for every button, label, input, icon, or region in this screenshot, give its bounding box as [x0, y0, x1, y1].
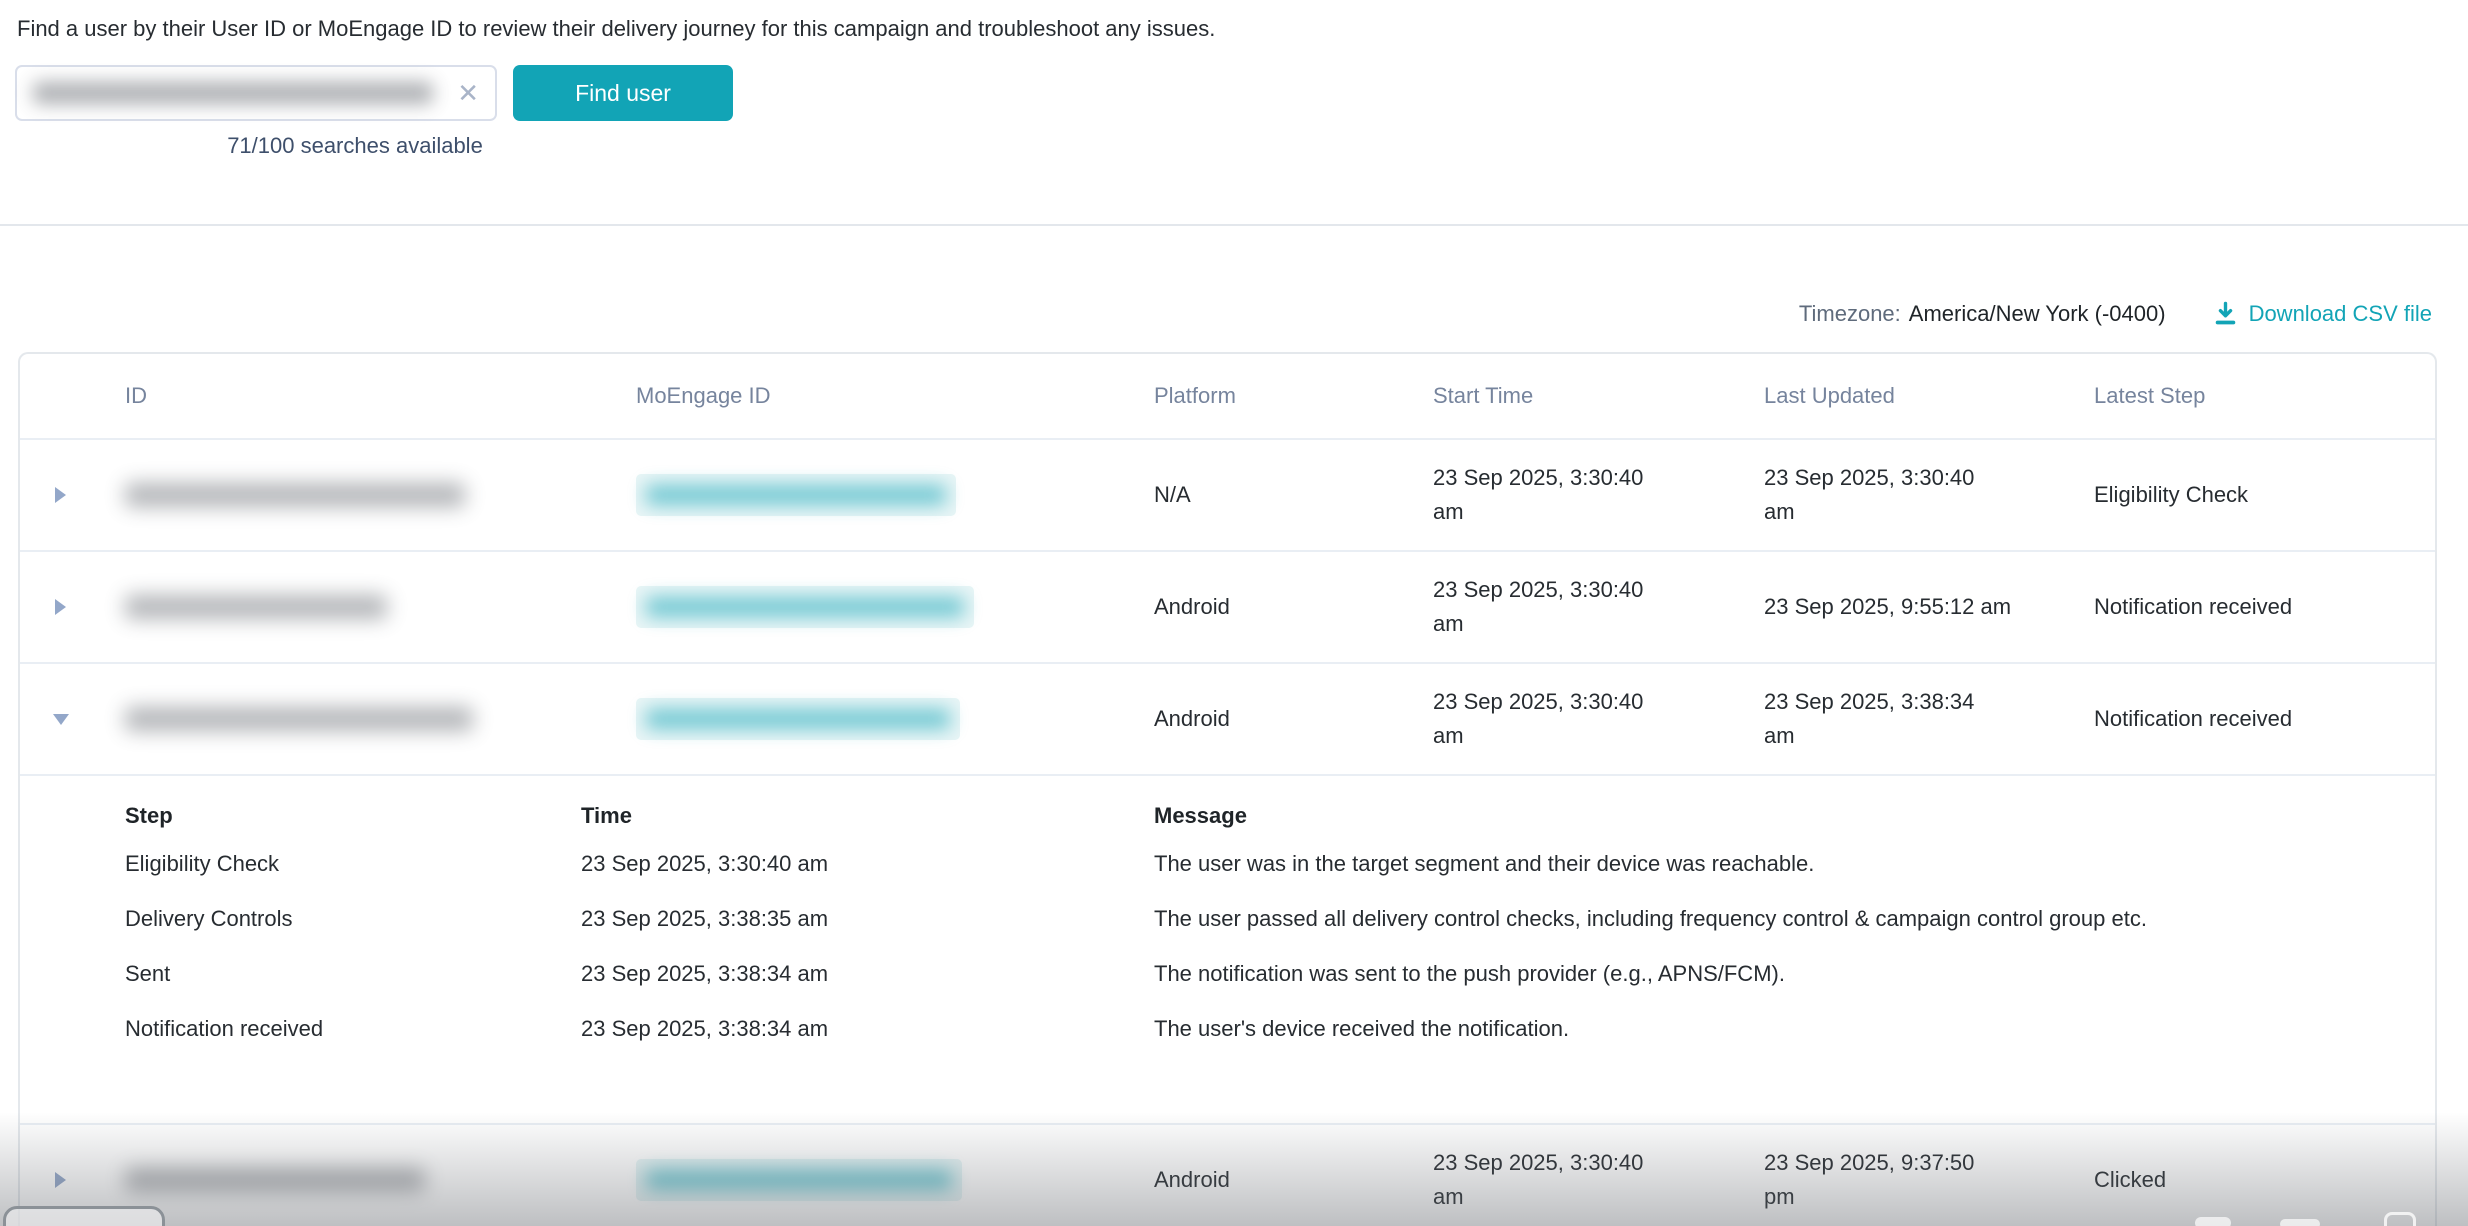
delivery-troubleshoot-page: Find a user by their User ID or MoEngage…: [0, 0, 2468, 1226]
masked-moengage-id: [646, 1170, 952, 1190]
table-row[interactable]: N/A 23 Sep 2025, 3:30:40 am 23 Sep 2025,…: [20, 438, 2435, 550]
partial-bottom-icon: [2384, 1212, 2416, 1226]
step-name: Delivery Controls: [125, 906, 581, 932]
platform-cell: N/A: [1154, 482, 1433, 508]
masked-user-id: [125, 707, 473, 731]
step-message: The user's device received the notificat…: [1154, 1016, 2435, 1042]
partial-bottom-icon: [2280, 1219, 2320, 1226]
detail-col-message: Message: [1154, 803, 2435, 829]
col-last-updated: Last Updated: [1764, 383, 2094, 409]
partial-widget-box: [3, 1206, 165, 1226]
step-name: Eligibility Check: [125, 851, 581, 877]
start-time-cell: 23 Sep 2025, 3:30:40 am: [1433, 685, 1764, 753]
clear-search-icon[interactable]: ✕: [457, 80, 479, 106]
start-time-cell: 23 Sep 2025, 3:30:40 am: [1433, 573, 1764, 641]
col-id: ID: [125, 383, 636, 409]
chevron-right-icon: [55, 599, 66, 615]
user-id-cell: [125, 483, 636, 507]
detail-step-row: Notification received 23 Sep 2025, 3:38:…: [20, 1001, 2435, 1056]
masked-user-id: [125, 483, 465, 507]
step-message: The user passed all delivery control che…: [1154, 906, 2435, 932]
last-updated-cell: 23 Sep 2025, 3:38:34 am: [1764, 685, 2094, 753]
detail-col-time: Time: [581, 803, 1154, 829]
collapse-row-button[interactable]: [20, 714, 125, 725]
platform-cell: Android: [1154, 706, 1433, 732]
user-id-cell: [125, 707, 636, 731]
step-message: The user was in the target segment and t…: [1154, 851, 2435, 877]
timezone-label: Timezone:: [1799, 301, 1901, 327]
masked-moengage-id: [646, 709, 950, 729]
moengage-id-link[interactable]: [636, 474, 956, 516]
step-name: Sent: [125, 961, 581, 987]
platform-cell: Android: [1154, 594, 1433, 620]
table-row[interactable]: Android 23 Sep 2025, 3:30:40 am 23 Sep 2…: [20, 1123, 2435, 1226]
detail-step-row: Eligibility Check 23 Sep 2025, 3:30:40 a…: [20, 836, 2435, 891]
moengage-id-link[interactable]: [636, 586, 974, 628]
timezone-value: America/New York (-0400): [1909, 301, 2166, 327]
expand-row-button[interactable]: [20, 1172, 125, 1188]
chevron-right-icon: [55, 1172, 66, 1188]
moengage-id-cell: [636, 698, 1154, 740]
download-icon: [2212, 300, 2239, 327]
latest-step-cell: Eligibility Check: [2094, 482, 2435, 508]
col-latest-step: Latest Step: [2094, 383, 2435, 409]
page-description: Find a user by their User ID or MoEngage…: [17, 16, 1215, 42]
platform-cell: Android: [1154, 1167, 1433, 1193]
chevron-down-icon: [53, 714, 69, 725]
delivery-journey-table: ID MoEngage ID Platform Start Time Last …: [18, 352, 2437, 1226]
download-csv-link[interactable]: Download CSV file: [2212, 300, 2432, 327]
partial-bottom-icon: [2195, 1217, 2231, 1226]
step-time: 23 Sep 2025, 3:30:40 am: [581, 851, 1154, 877]
moengage-id-cell: [636, 474, 1154, 516]
col-platform: Platform: [1154, 383, 1433, 409]
expand-row-button[interactable]: [20, 487, 125, 503]
masked-user-id: [125, 1168, 425, 1192]
last-updated-cell: 23 Sep 2025, 9:55:12 am: [1764, 590, 2094, 624]
start-time-cell: 23 Sep 2025, 3:30:40 am: [1433, 461, 1764, 529]
latest-step-cell: Clicked: [2094, 1167, 2435, 1193]
masked-user-id: [125, 595, 387, 619]
step-name: Notification received: [125, 1016, 581, 1042]
chevron-right-icon: [55, 487, 66, 503]
latest-step-cell: Notification received: [2094, 594, 2435, 620]
search-input[interactable]: ✕: [15, 65, 497, 121]
user-id-cell: [125, 1168, 636, 1192]
masked-moengage-id: [646, 597, 964, 617]
moengage-id-link[interactable]: [636, 1159, 962, 1201]
masked-search-value: [33, 82, 433, 104]
table-meta-row: Timezone: America/New York (-0400) Downl…: [1799, 300, 2432, 327]
moengage-id-cell: [636, 1159, 1154, 1201]
table-row[interactable]: Android 23 Sep 2025, 3:30:40 am 23 Sep 2…: [20, 550, 2435, 662]
latest-step-cell: Notification received: [2094, 706, 2435, 732]
user-id-cell: [125, 595, 636, 619]
col-moengage-id: MoEngage ID: [636, 383, 1154, 409]
table-row-expanded[interactable]: Android 23 Sep 2025, 3:30:40 am 23 Sep 2…: [20, 662, 2435, 774]
moengage-id-link[interactable]: [636, 698, 960, 740]
detail-col-step: Step: [125, 803, 581, 829]
search-quota-text: 71/100 searches available: [205, 133, 505, 159]
expand-row-button[interactable]: [20, 599, 125, 615]
find-user-button[interactable]: Find user: [513, 65, 733, 121]
download-csv-label: Download CSV file: [2249, 301, 2432, 327]
step-message: The notification was sent to the push pr…: [1154, 961, 2435, 987]
section-divider: [0, 224, 2468, 226]
last-updated-cell: 23 Sep 2025, 9:37:50 pm: [1764, 1146, 2094, 1214]
col-start-time: Start Time: [1433, 383, 1764, 409]
start-time-cell: 23 Sep 2025, 3:30:40 am: [1433, 1146, 1764, 1214]
step-time: 23 Sep 2025, 3:38:34 am: [581, 1016, 1154, 1042]
table-header-row: ID MoEngage ID Platform Start Time Last …: [20, 354, 2435, 438]
detail-step-row: Delivery Controls 23 Sep 2025, 3:38:35 a…: [20, 891, 2435, 946]
last-updated-cell: 23 Sep 2025, 3:30:40 am: [1764, 461, 2094, 529]
detail-step-row: Sent 23 Sep 2025, 3:38:34 am The notific…: [20, 946, 2435, 1001]
step-time: 23 Sep 2025, 3:38:34 am: [581, 961, 1154, 987]
journey-detail-panel: Step Time Message Eligibility Check 23 S…: [20, 774, 2435, 1123]
masked-moengage-id: [646, 485, 946, 505]
moengage-id-cell: [636, 586, 1154, 628]
step-time: 23 Sep 2025, 3:38:35 am: [581, 906, 1154, 932]
detail-header-row: Step Time Message: [20, 796, 2435, 836]
